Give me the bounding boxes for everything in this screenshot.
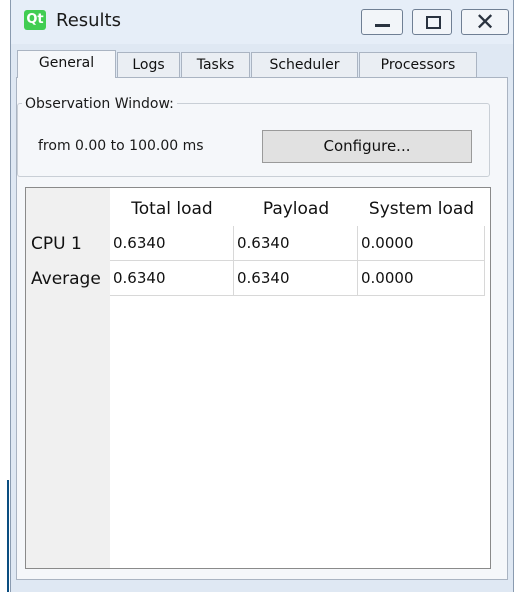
minimize-icon [362,10,402,34]
tab-processors[interactable]: Processors [359,52,477,77]
column-header-system-load[interactable]: System load [358,188,485,228]
tab-scheduler[interactable]: Scheduler [251,52,358,77]
table-cell[interactable]: 0.6340 [234,226,358,261]
column-header-total-load[interactable]: Total load [110,188,234,228]
row-header-average[interactable]: Average [26,261,110,296]
row-header-cpu1[interactable]: CPU 1 [26,226,110,261]
configure-button[interactable]: Configure... [262,130,472,163]
tab-logs[interactable]: Logs [117,52,180,77]
background-strip [0,0,10,592]
table-cell[interactable]: 0.6340 [234,261,358,296]
observation-window-title: Observation Window: [22,96,177,112]
maximize-button[interactable] [412,9,452,35]
window-title: Results [56,10,121,31]
background-line [7,480,9,592]
minimize-button[interactable] [361,9,403,35]
qt-logo-icon: Qt [24,10,46,30]
results-table: Total load Payload System load CPU 1 0.6… [25,187,491,569]
tab-bar: General Logs Tasks Scheduler Processors [11,50,513,78]
title-bar[interactable]: Qt Results ✕ [11,0,513,44]
table-cell[interactable]: 0.6340 [110,261,234,296]
close-icon: ✕ [474,8,496,36]
tab-tasks[interactable]: Tasks [181,52,250,77]
maximize-icon [413,10,451,34]
observation-range-text: from 0.00 to 100.00 ms [38,138,204,154]
table-cell[interactable]: 0.6340 [110,226,234,261]
table-cell[interactable]: 0.0000 [358,261,485,296]
column-header-payload[interactable]: Payload [234,188,358,228]
tab-general[interactable]: General [17,50,116,78]
close-button[interactable]: ✕ [461,9,509,35]
table-cell[interactable]: 0.0000 [358,226,485,261]
